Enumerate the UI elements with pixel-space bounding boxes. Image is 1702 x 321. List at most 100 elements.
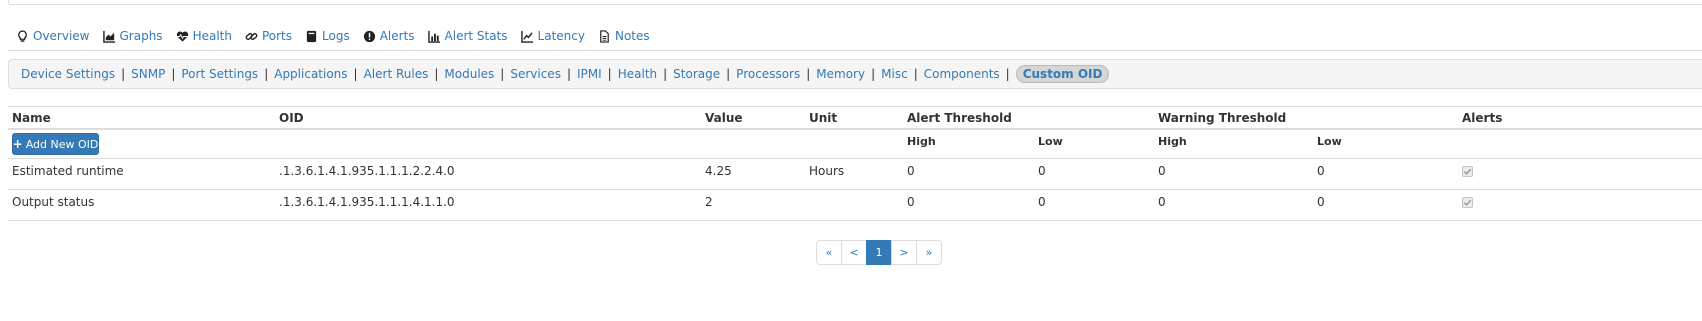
tab-notes[interactable]: Notes (598, 29, 650, 43)
subnav-separator: | (171, 67, 176, 81)
subnav-alert-rules[interactable]: Alert Rules (364, 67, 429, 81)
exclamation-circle-icon (363, 30, 376, 43)
subnav-separator: | (500, 67, 505, 81)
subnav-device-settings[interactable]: Device Settings (21, 67, 115, 81)
bar-chart-icon (427, 30, 441, 43)
subnav-separator: | (607, 67, 612, 81)
cell-alert-high: 0 (907, 195, 915, 209)
cell-value: 2 (705, 195, 713, 209)
cell-name: Estimated runtime (12, 164, 124, 178)
sub-header-warning-high: High (1158, 135, 1187, 148)
tab-label: Alerts (379, 29, 415, 43)
subnav-storage[interactable]: Storage (673, 67, 720, 81)
tab-logs[interactable]: Logs (305, 29, 350, 43)
subnav-memory[interactable]: Memory (816, 67, 865, 81)
header-divider (8, 128, 1702, 130)
subnav-snmp[interactable]: SNMP (131, 67, 165, 81)
subnav-separator: | (1005, 67, 1010, 81)
subnav-modules[interactable]: Modules (444, 67, 494, 81)
column-header-name: Name (12, 111, 51, 125)
subnav-processors[interactable]: Processors (736, 67, 800, 81)
last-page-button[interactable]: » (916, 240, 942, 265)
subnav-separator: | (913, 67, 918, 81)
cell-warning-high: 0 (1158, 164, 1166, 178)
row-divider (8, 189, 1702, 190)
heartbeat-icon (176, 30, 189, 43)
link-icon (245, 30, 258, 43)
book-icon (305, 30, 318, 43)
pagination: « < 1 > » (816, 240, 942, 265)
table-top-border (8, 106, 1702, 107)
tab-label: Logs (322, 29, 350, 43)
cell-warning-low: 0 (1317, 164, 1325, 178)
subnav-components[interactable]: Components (924, 67, 1000, 81)
tab-overview[interactable]: Overview (16, 29, 90, 43)
subnav-ipmi[interactable]: IPMI (577, 67, 602, 81)
tab-graphs[interactable]: Graphs (102, 29, 163, 43)
tab-label: Notes (614, 29, 650, 43)
check-icon (1463, 199, 1472, 206)
add-new-oid-label: Add New OID (25, 137, 99, 151)
cell-oid: .1.3.6.1.4.1.935.1.1.1.2.2.4.0 (279, 164, 455, 178)
alerts-checkbox[interactable] (1462, 197, 1473, 208)
cell-name: Output status (12, 195, 95, 209)
tab-health[interactable]: Health (176, 29, 232, 43)
subnav-services[interactable]: Services (510, 67, 561, 81)
cell-alert-low: 0 (1038, 195, 1046, 209)
column-header-unit: Unit (809, 111, 838, 125)
subnav-separator: | (434, 67, 439, 81)
row-divider (8, 220, 1702, 221)
subnav-misc[interactable]: Misc (881, 67, 908, 81)
area-chart-icon (102, 30, 116, 43)
plus-icon: + (12, 137, 23, 151)
column-header-oid: OID (279, 111, 304, 125)
top-panel-edge (8, 0, 1702, 5)
row-divider (8, 158, 1702, 159)
column-header-value: Value (705, 111, 743, 125)
tab-alerts[interactable]: Alerts (363, 29, 415, 43)
first-page-button[interactable]: « (816, 240, 842, 265)
tab-label: Alert Stats (444, 29, 508, 43)
tab-label: Health (192, 29, 232, 43)
sub-header-alert-low: Low (1038, 135, 1063, 148)
cell-warning-high: 0 (1158, 195, 1166, 209)
subnav-separator: | (264, 67, 269, 81)
subnav-separator: | (566, 67, 571, 81)
cell-oid: .1.3.6.1.4.1.935.1.1.1.4.1.1.0 (279, 195, 455, 209)
column-header-alert-threshold: Alert Threshold (907, 111, 1012, 125)
tab-label: Latency (537, 29, 585, 43)
sub-header-warning-low: Low (1317, 135, 1342, 148)
tab-label: Graphs (119, 29, 163, 43)
subnav-port-settings[interactable]: Port Settings (181, 67, 258, 81)
subnav-separator: | (121, 67, 126, 81)
check-icon (1463, 168, 1472, 175)
tab-alert-stats[interactable]: Alert Stats (427, 29, 508, 43)
cell-alert-high: 0 (907, 164, 915, 178)
settings-subnav: Device Settings | SNMP | Port Settings | Ap… (8, 59, 1702, 89)
cell-unit: Hours (809, 164, 845, 178)
subnav-separator: | (806, 67, 811, 81)
subnav-applications[interactable]: Applications (274, 67, 347, 81)
line-chart-icon (520, 30, 534, 43)
column-header-alerts: Alerts (1462, 111, 1503, 125)
tab-latency[interactable]: Latency (520, 29, 585, 43)
subnav-custom-oid[interactable]: Custom OID (1015, 65, 1110, 83)
file-text-icon (598, 29, 611, 43)
sub-header-alert-high: High (907, 135, 936, 148)
subnav-separator: | (663, 67, 668, 81)
device-tabs: Overview Graphs Health Ports Logs Alerts… (16, 28, 663, 44)
tabs-divider (8, 50, 1702, 51)
next-page-button[interactable]: > (891, 240, 917, 265)
tab-ports[interactable]: Ports (245, 29, 292, 43)
subnav-separator: | (726, 67, 731, 81)
cell-alert-low: 0 (1038, 164, 1046, 178)
alerts-checkbox[interactable] (1462, 166, 1473, 177)
subnav-separator: | (871, 67, 876, 81)
previous-page-button[interactable]: < (841, 240, 867, 265)
subnav-separator: | (353, 67, 358, 81)
add-new-oid-button[interactable]: + Add New OID (12, 133, 99, 155)
subnav-health[interactable]: Health (618, 67, 657, 81)
current-page-button[interactable]: 1 (866, 240, 892, 265)
column-header-warning-threshold: Warning Threshold (1158, 111, 1287, 125)
lightbulb-icon (16, 29, 29, 43)
